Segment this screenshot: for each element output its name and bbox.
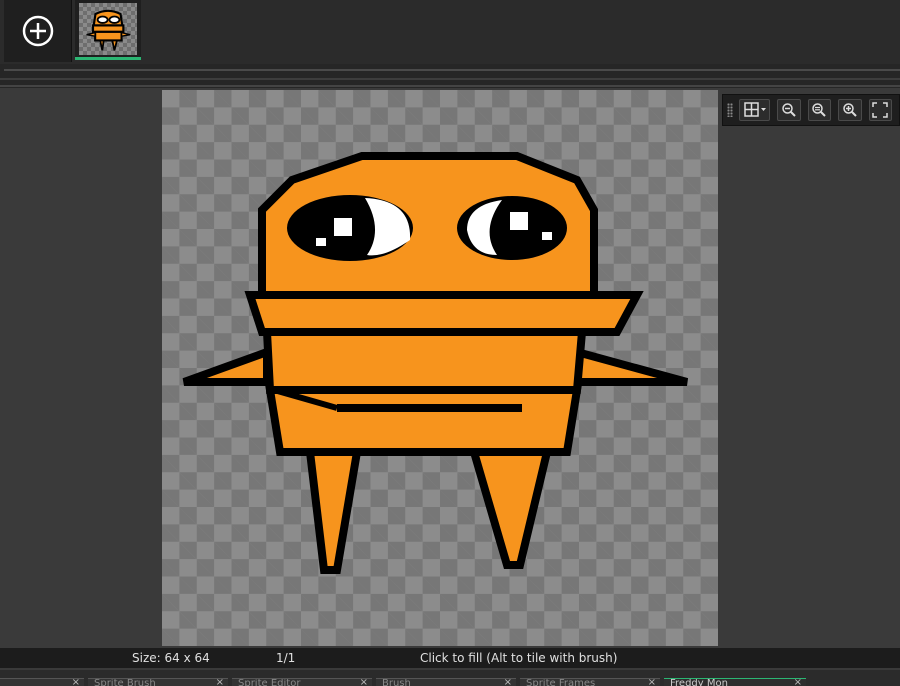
status-bar: Size: 64 x 64 1/1 Click to fill (Alt to … — [0, 648, 900, 668]
tab-label: Sprite Frames — [526, 678, 596, 686]
zoom-out-icon — [782, 103, 796, 117]
sprite-size-label: Size: 64 x 64 — [132, 651, 210, 665]
frame-thumbnail[interactable] — [75, 0, 141, 60]
tab-1[interactable]: Sprite Brush × — [88, 678, 228, 686]
zoom-in-button[interactable] — [838, 99, 862, 121]
fullscreen-button[interactable] — [868, 99, 893, 121]
sprite-canvas[interactable] — [162, 90, 718, 646]
tab-label: Sprite Brush — [94, 678, 156, 686]
frame-counter: 1/1 — [276, 651, 296, 665]
zoom-in-icon — [843, 103, 857, 117]
timeline-divider — [0, 78, 900, 80]
frame-thumbnail-preview — [79, 2, 137, 55]
tool-hint: Click to fill (Alt to tile with brush) — [420, 651, 618, 665]
frames-bar — [0, 0, 900, 64]
add-frame-button[interactable] — [4, 0, 72, 62]
close-icon[interactable]: × — [794, 679, 802, 686]
zoom-reset-button[interactable] — [807, 99, 832, 121]
timeline-divider — [0, 85, 900, 87]
tab-label: Brush — [382, 678, 411, 686]
timeline-strip — [0, 64, 900, 88]
fullscreen-icon — [872, 102, 889, 118]
zoom-out-button[interactable] — [777, 99, 801, 121]
grid-toggle-button[interactable] — [738, 99, 771, 121]
tab-0[interactable]: × — [0, 678, 84, 686]
sprite-thumbnail-icon — [86, 9, 131, 51]
sprite-image — [182, 152, 689, 574]
plus-circle-icon — [22, 15, 53, 47]
grid-icon — [743, 102, 766, 117]
view-toolbar — [722, 94, 900, 126]
close-icon[interactable]: × — [216, 679, 224, 686]
tab-label: Freddy Mon — [670, 678, 728, 686]
zoom-reset-icon — [812, 103, 827, 117]
close-icon[interactable]: × — [504, 679, 512, 686]
tab-5[interactable]: Freddy Mon × — [664, 678, 806, 686]
toolbar-grip[interactable] — [727, 103, 733, 117]
timeline-divider — [4, 69, 900, 71]
close-icon[interactable]: × — [360, 679, 368, 686]
tab-label: Sprite Editor — [238, 678, 301, 686]
tab-3[interactable]: Brush × — [376, 678, 516, 686]
tab-2[interactable]: Sprite Editor × — [232, 678, 372, 686]
close-icon[interactable]: × — [72, 679, 80, 686]
tab-4[interactable]: Sprite Frames × — [520, 678, 660, 686]
close-icon[interactable]: × — [648, 679, 656, 686]
editor-tabs: × Sprite Brush × Sprite Editor × Brush ×… — [0, 670, 900, 686]
